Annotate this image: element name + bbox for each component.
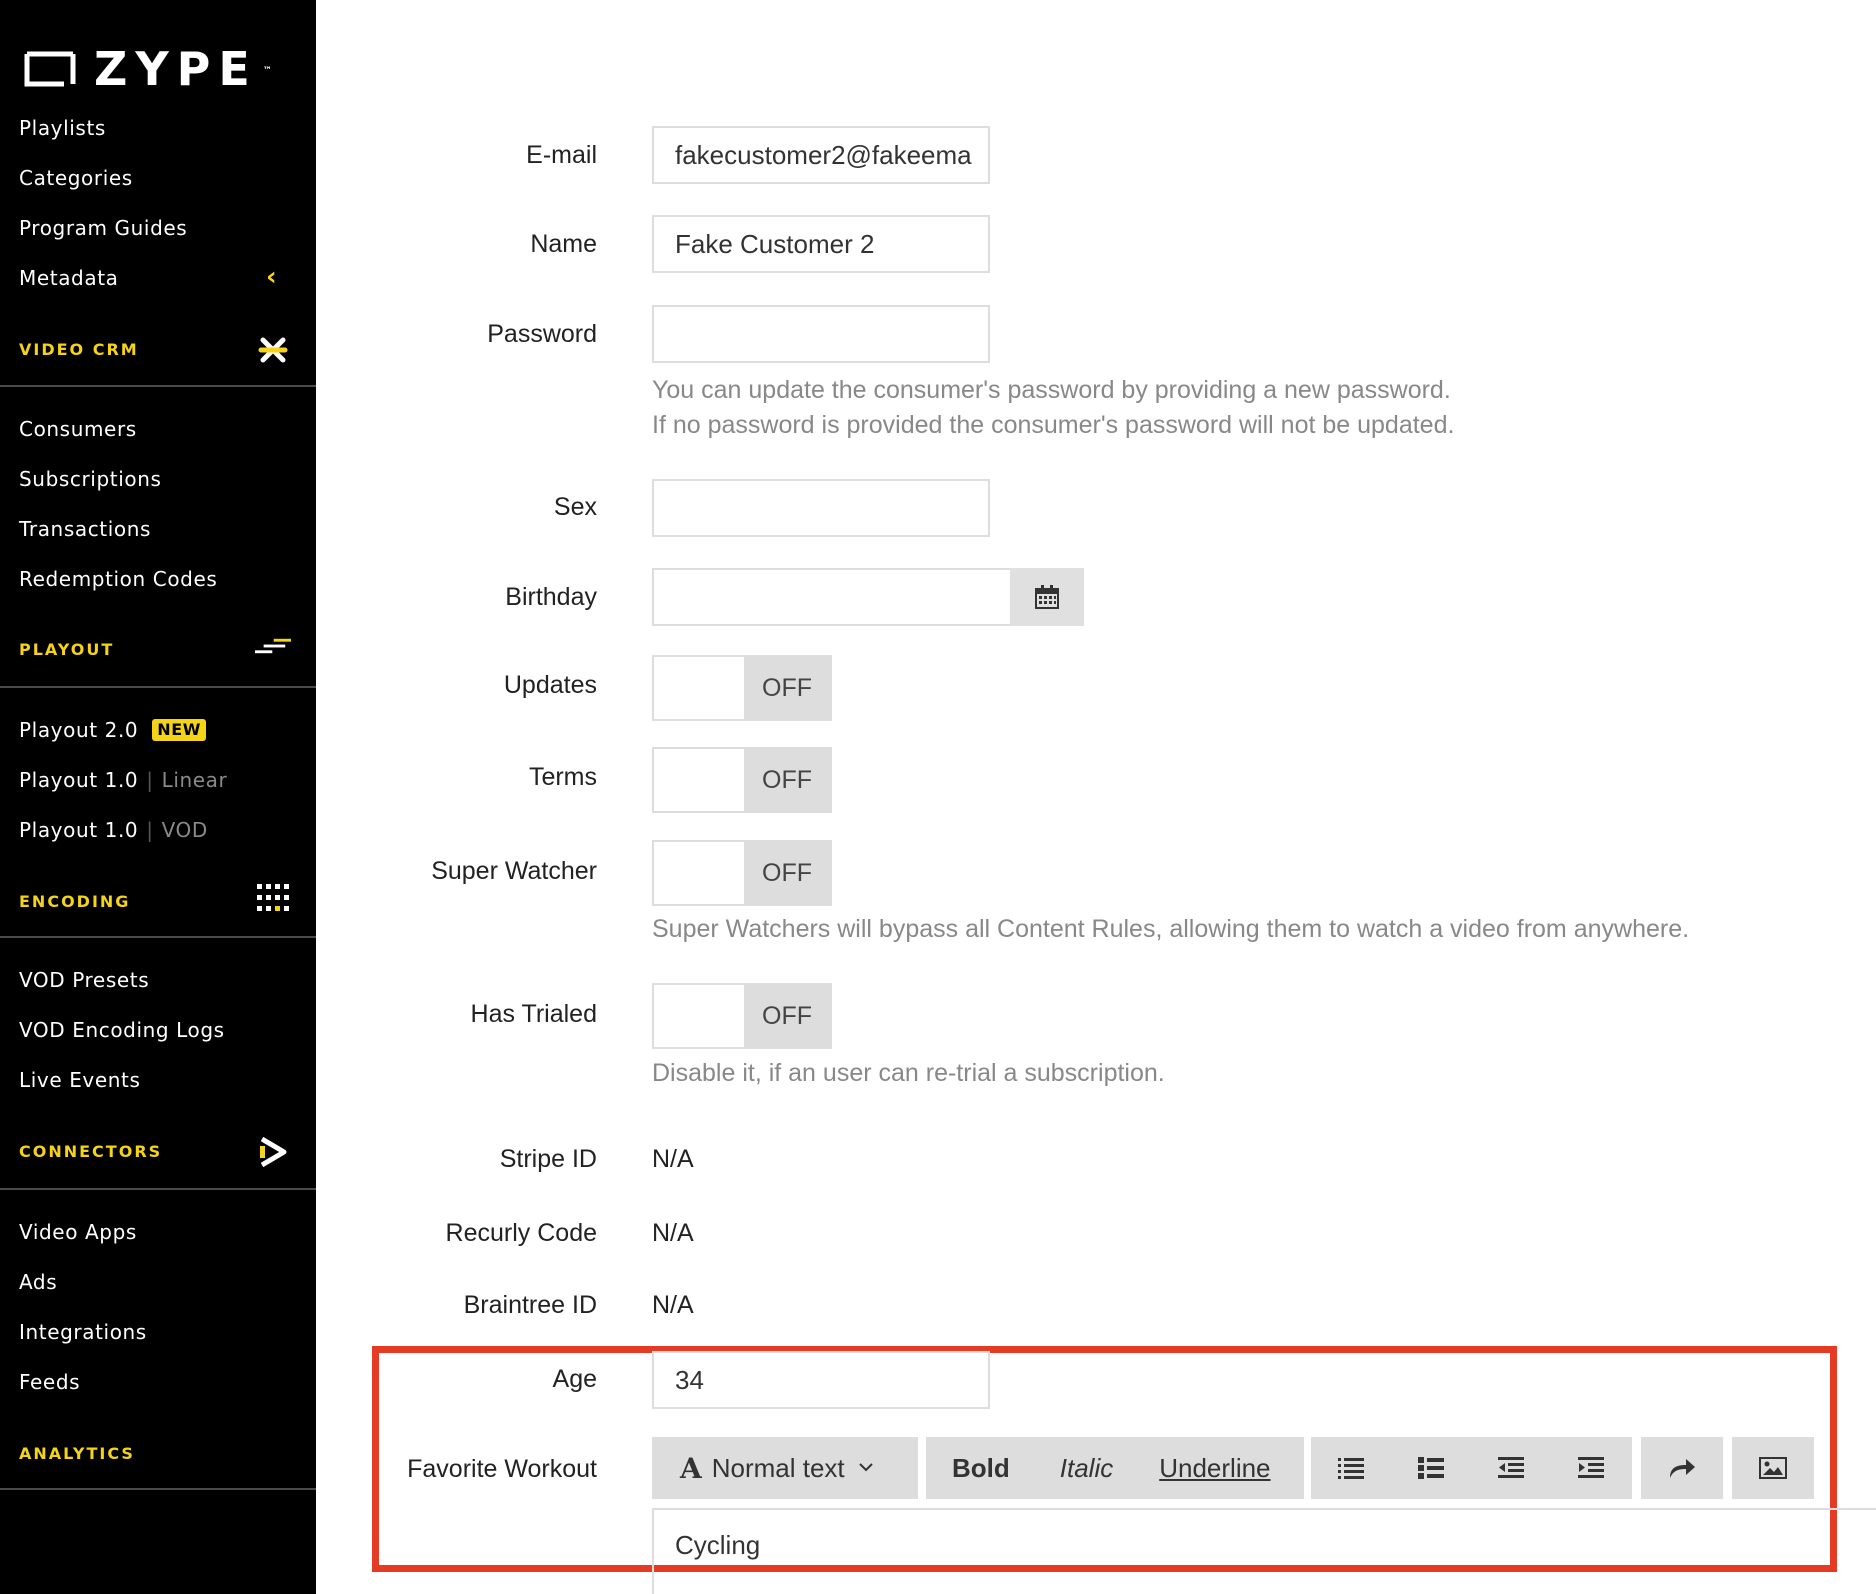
- recurly-code-value: N/A: [652, 1219, 694, 1247]
- toggle-state: OFF: [744, 657, 830, 719]
- super-watcher-toggle[interactable]: OFF: [652, 840, 832, 906]
- playout-bars-icon: [255, 630, 291, 662]
- sidebar-item-redemption-codes[interactable]: Redemption Codes: [19, 567, 217, 591]
- recurly-code-label: Recurly Code: [445, 1219, 597, 1247]
- ordered-list-icon: [1338, 1458, 1364, 1479]
- sidebar-item-consumers[interactable]: Consumers: [19, 417, 137, 441]
- password-help-1: You can update the consumer's password b…: [652, 376, 1451, 404]
- bold-button[interactable]: Bold: [952, 1437, 1010, 1499]
- new-badge: NEW: [152, 719, 207, 741]
- sidebar-divider: [0, 1488, 316, 1490]
- redo-button[interactable]: [1641, 1437, 1723, 1499]
- terms-label: Terms: [528, 763, 597, 791]
- toggle-state: OFF: [744, 985, 830, 1047]
- sidebar-item-playout-1-linear[interactable]: Playout 1.0 | Linear: [19, 768, 227, 792]
- chevron-down-icon: [858, 1459, 873, 1477]
- sidebar-item-playout-1-vod[interactable]: Playout 1.0 | VOD: [19, 818, 208, 842]
- outdent-button[interactable]: [1471, 1437, 1551, 1499]
- grid-icon: [255, 882, 291, 914]
- sidebar-item-video-apps[interactable]: Video Apps: [19, 1220, 137, 1244]
- zype-logo[interactable]: ZYPE ™: [24, 42, 272, 96]
- sidebar-item-subscriptions[interactable]: Subscriptions: [19, 467, 162, 491]
- sidebar-item-live-events[interactable]: Live Events: [19, 1068, 141, 1092]
- sex-label: Sex: [553, 493, 597, 521]
- sidebar-item-vod-encoding-logs[interactable]: VOD Encoding Logs: [19, 1018, 225, 1042]
- sidebar-item-integrations[interactable]: Integrations: [19, 1320, 147, 1344]
- section-analytics[interactable]: ANALYTICS: [19, 1444, 135, 1464]
- sidebar-item-feeds[interactable]: Feeds: [19, 1370, 80, 1394]
- bullet-list-button[interactable]: [1391, 1437, 1471, 1499]
- email-label: E-mail: [526, 141, 597, 169]
- sidebar-item-playlists[interactable]: Playlists: [19, 116, 106, 140]
- has-trialed-label: Has Trialed: [470, 1000, 597, 1028]
- section-video-crm[interactable]: VIDEO CRM: [19, 340, 139, 360]
- toggle-state: OFF: [744, 842, 830, 904]
- age-field[interactable]: 34: [652, 1351, 990, 1409]
- chevron-left-icon[interactable]: ‹: [266, 262, 277, 292]
- password-help-2: If no password is provided the consumer'…: [652, 411, 1455, 439]
- birthday-field[interactable]: [652, 568, 1012, 626]
- sex-field[interactable]: [652, 479, 990, 537]
- name-label: Name: [530, 230, 597, 258]
- connector-play-icon: [255, 1136, 291, 1168]
- age-label: Age: [552, 1365, 597, 1393]
- favorite-workout-editor[interactable]: Cycling: [652, 1508, 1876, 1594]
- sidebar-item-program-guides[interactable]: Program Guides: [19, 216, 187, 240]
- has-trialed-toggle[interactable]: OFF: [652, 983, 832, 1049]
- password-field[interactable]: [652, 305, 990, 363]
- stripe-id-label: Stripe ID: [499, 1145, 597, 1173]
- toggle-state: OFF: [744, 749, 830, 811]
- super-watcher-help: Super Watchers will bypass all Content R…: [652, 915, 1690, 943]
- favorite-workout-label: Favorite Workout: [407, 1455, 597, 1483]
- redo-arrow-icon: [1670, 1459, 1695, 1478]
- updates-toggle[interactable]: OFF: [652, 655, 832, 721]
- email-field[interactable]: fakecustomer2@fakeema: [652, 126, 990, 184]
- sidebar-item-transactions[interactable]: Transactions: [19, 517, 151, 541]
- braintree-id-value: N/A: [652, 1291, 694, 1319]
- outdent-icon: [1498, 1457, 1524, 1478]
- bullet-list-icon: [1418, 1457, 1444, 1479]
- section-connectors[interactable]: CONNECTORS: [19, 1142, 162, 1162]
- stripe-id-value: N/A: [652, 1145, 694, 1173]
- italic-button[interactable]: Italic: [1060, 1437, 1113, 1499]
- sidebar-divider: [0, 1188, 316, 1190]
- sidebar-divider: [0, 385, 316, 387]
- sidebar-item-metadata[interactable]: Metadata: [19, 266, 119, 290]
- terms-toggle[interactable]: OFF: [652, 747, 832, 813]
- sidebar-divider: [0, 686, 316, 688]
- underline-button[interactable]: Underline: [1159, 1437, 1270, 1499]
- has-trialed-help: Disable it, if an user can re-trial a su…: [652, 1059, 1165, 1087]
- font-icon: A: [680, 1451, 702, 1485]
- sidebar-item-ads[interactable]: Ads: [19, 1270, 57, 1294]
- ordered-list-button[interactable]: [1311, 1437, 1391, 1499]
- sidebar-item-playout-2[interactable]: Playout 2.0 NEW: [19, 718, 207, 742]
- logo-text: ZYPE ™: [94, 42, 272, 96]
- sidebar-divider: [0, 936, 316, 938]
- calendar-icon: [1035, 585, 1059, 609]
- format-dropdown-label: Normal text: [711, 1452, 845, 1483]
- name-field[interactable]: Fake Customer 2: [652, 215, 990, 273]
- sidebar: ZYPE ™ Playlists Categories Program Guide…: [0, 0, 316, 1594]
- calendar-button[interactable]: [1010, 568, 1084, 626]
- insert-image-button[interactable]: [1732, 1437, 1814, 1499]
- section-playout[interactable]: PLAYOUT: [19, 640, 114, 660]
- birthday-label: Birthday: [505, 583, 597, 611]
- logo-mark-icon: [24, 51, 76, 87]
- editor-content: Cycling: [675, 1530, 761, 1560]
- sidebar-item-categories[interactable]: Categories: [19, 166, 133, 190]
- indent-icon: [1578, 1457, 1604, 1478]
- format-dropdown[interactable]: A Normal text: [652, 1437, 918, 1499]
- section-encoding[interactable]: ENCODING: [19, 892, 130, 912]
- text-style-group: Bold Italic Underline: [926, 1437, 1304, 1499]
- updates-label: Updates: [503, 671, 597, 699]
- super-watcher-label: Super Watcher: [431, 857, 597, 885]
- password-label: Password: [487, 320, 597, 348]
- braintree-id-label: Braintree ID: [463, 1291, 597, 1319]
- image-icon: [1759, 1457, 1787, 1479]
- sidebar-item-vod-presets[interactable]: VOD Presets: [19, 968, 149, 992]
- list-group: [1311, 1437, 1632, 1499]
- asterisk-icon: [255, 334, 291, 366]
- indent-button[interactable]: [1551, 1437, 1631, 1499]
